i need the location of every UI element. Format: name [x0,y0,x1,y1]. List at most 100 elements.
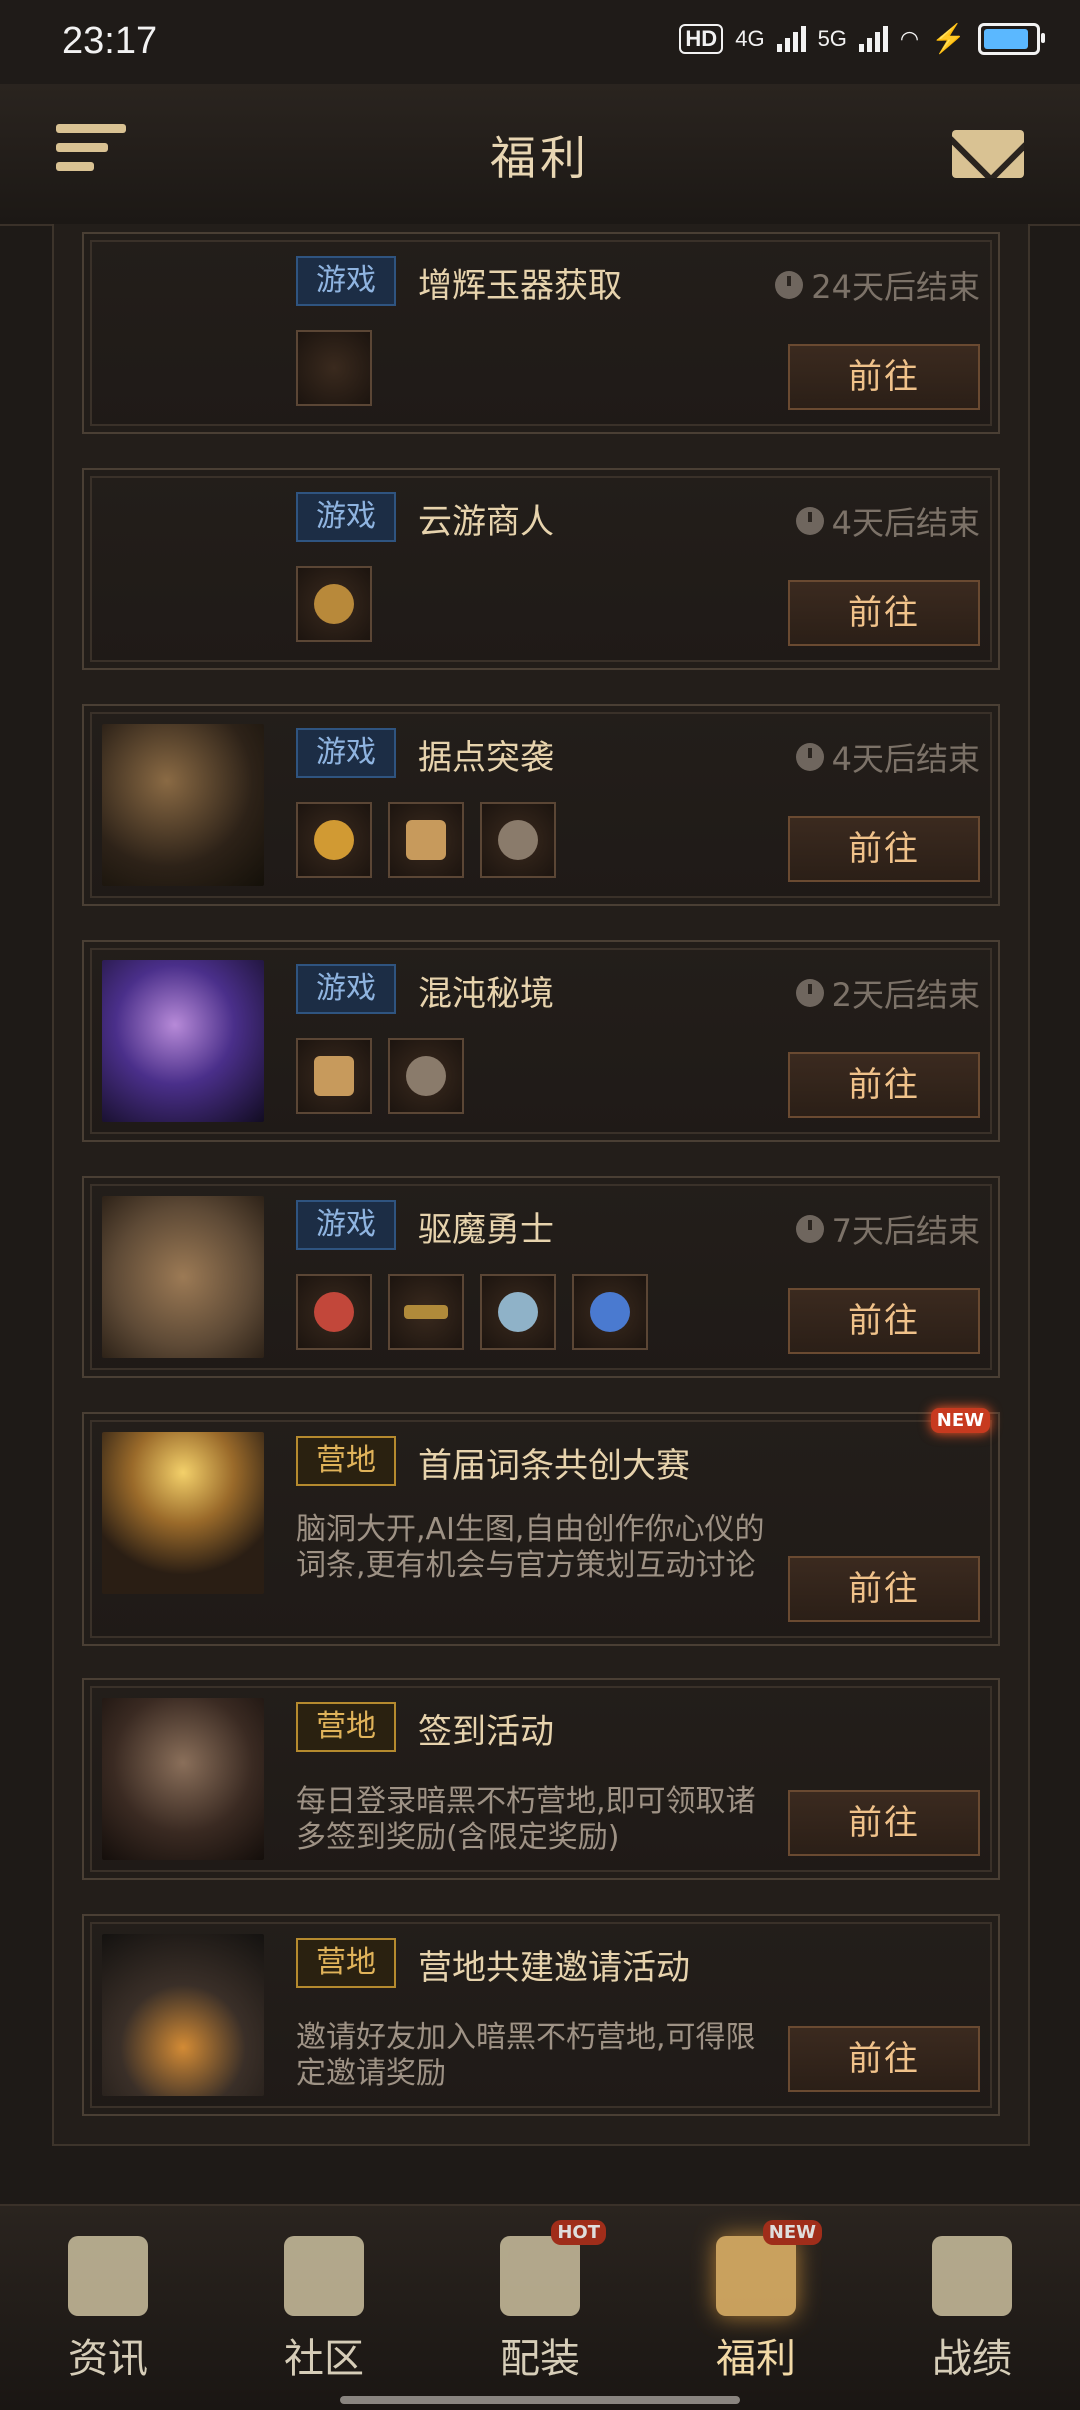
signal-icon [776,25,806,52]
reward-empty-icon[interactable] [296,330,372,406]
network-5g-label: 5G [817,25,847,51]
tab-news[interactable]: 资讯 [38,2236,178,2384]
wifi-icon: ◠ [899,25,920,51]
goto-button[interactable]: 前往 [788,1288,980,1354]
campfire-icon [284,2236,364,2316]
activity-card: 游戏 驱魔勇士 7天后结束 前往 [82,1176,1000,1378]
goto-button[interactable]: 前往 [788,1052,980,1118]
gold-pouch-icon[interactable] [296,566,372,642]
invite-thumbnail [102,1934,264,2096]
compass-icon[interactable] [480,802,556,878]
mystery-box-icon[interactable] [296,1038,372,1114]
clock-icon [795,743,824,771]
timer: 2天后结束 [795,970,980,1016]
tab-builds[interactable]: HOT 配装 [470,2220,610,2384]
key-icon[interactable] [388,1274,464,1350]
new-badge: NEW [930,1408,990,1433]
tag-game: 游戏 [296,1200,396,1250]
clock-icon [775,271,804,299]
timer: 24天后结束 [775,262,980,308]
tab-community[interactable]: 社区 [254,2236,394,2384]
activity-title: 增辉玉器获取 [418,266,622,306]
hot-badge: HOT [551,2220,606,2245]
gold-orb-icon[interactable] [296,802,372,878]
map-thumbnail [102,1196,264,1358]
signal-icon-2 [858,25,888,52]
stronghold-thumbnail [102,724,264,886]
tab-label: 战绩 [932,2336,1012,2382]
compass-icon[interactable] [388,1038,464,1114]
tag-camp: 营地 [296,1938,396,1988]
activity-card: 营地 签到活动 每日登录暗黑不朽营地,即可领取诸多签到奖励(含限定奖励) 前往 [82,1678,1000,1880]
system-icons: HD 4G 5G ◠ ⚡ [679,22,1045,55]
goto-button[interactable]: 前往 [788,816,980,882]
chest-icon: NEW [716,2220,822,2316]
goto-button[interactable]: 前往 [788,2026,980,2092]
activity-card: 游戏 混沌秘境 2天后结束 前往 [82,940,1000,1142]
activity-title: 云游商人 [418,502,554,542]
new-badge: NEW [762,2220,822,2245]
tag-game: 游戏 [296,492,396,542]
timer: 4天后结束 [795,498,980,544]
activity-description: 脑洞大开,AI生图,自由创作你心仪的词条,更有机会与官方策划互动讨论 [296,1512,765,1583]
clock-icon [795,979,824,1007]
network-4g-label: 4G [735,25,765,51]
bottom-tab-bar: 资讯 社区 HOT 配装 NEW 福利 战绩 [0,2204,1080,2410]
contest-thumbnail [102,1432,264,1594]
scroll-icon [68,2236,148,2316]
skull-icon[interactable] [480,1274,556,1350]
mail-icon[interactable] [952,130,1024,178]
charging-icon: ⚡ [931,23,966,54]
reward-icons [296,1038,464,1114]
clock-icon [795,507,824,535]
tab-record[interactable]: 战绩 [902,2236,1042,2384]
clock-icon [795,1215,824,1243]
timer-text: 24天后结束 [811,268,980,306]
timer-text: 7天后结束 [831,1212,980,1250]
status-bar: 23:17 HD 4G 5G ◠ ⚡ [0,0,1080,84]
activity-description: 邀请好友加入暗黑不朽营地,可得限定邀请奖励 [296,2020,756,2091]
activity-card: NEW 营地 首届词条共创大赛 脑洞大开,AI生图,自由创作你心仪的词条,更有机… [82,1408,1000,1646]
goto-button[interactable]: 前往 [788,1790,980,1856]
tag-camp: 营地 [296,1436,396,1486]
activity-card: 游戏 据点突袭 4天后结束 前往 [82,704,1000,906]
crystal-icon[interactable] [572,1274,648,1350]
activity-title: 据点突袭 [418,738,554,778]
app-header: 福利 [0,84,1080,226]
activity-description: 每日登录暗黑不朽营地,即可领取诸多签到奖励(含限定奖励) [296,1784,756,1855]
timer: 7天后结束 [795,1206,980,1252]
chaos-rift-thumbnail [102,960,264,1122]
goto-button[interactable]: 前往 [788,344,980,410]
tab-welfare[interactable]: NEW 福利 [686,2220,826,2384]
mystery-box-icon[interactable] [388,802,464,878]
activity-title: 营地共建邀请活动 [418,1948,690,1988]
tab-label: 社区 [284,2336,364,2382]
activity-card: 游戏 增辉玉器获取 24天后结束 前往 [82,232,1000,434]
activity-card: 营地 营地共建邀请活动 邀请好友加入暗黑不朽营地,可得限定邀请奖励 前往 [82,1914,1000,2116]
reward-icons [296,330,372,406]
helmet-icon: HOT [500,2220,606,2316]
tag-game: 游戏 [296,256,396,306]
goto-button[interactable]: 前往 [788,580,980,646]
crossed-swords-icon [932,2236,1012,2316]
activity-title: 驱魔勇士 [418,1210,554,1250]
tab-label: 配装 [500,2336,580,2382]
activity-title: 签到活动 [418,1712,554,1752]
gem-icon[interactable] [296,1274,372,1350]
signin-thumbnail [102,1698,264,1860]
reward-icons [296,802,556,878]
hd-icon: HD [679,23,724,54]
clock-time: 23:17 [62,20,158,62]
reward-icons [296,566,372,642]
battery-icon [978,22,1045,55]
timer-text: 2天后结束 [831,976,980,1014]
activity-title: 首届词条共创大赛 [418,1446,690,1486]
timer: 4天后结束 [795,734,980,780]
activity-title: 混沌秘境 [418,974,554,1014]
timer-text: 4天后结束 [831,504,980,542]
activity-card: 游戏 云游商人 4天后结束 前往 [82,468,1000,670]
tag-camp: 营地 [296,1702,396,1752]
tag-game: 游戏 [296,964,396,1014]
goto-button[interactable]: 前往 [788,1556,980,1622]
timer-text: 4天后结束 [831,740,980,778]
